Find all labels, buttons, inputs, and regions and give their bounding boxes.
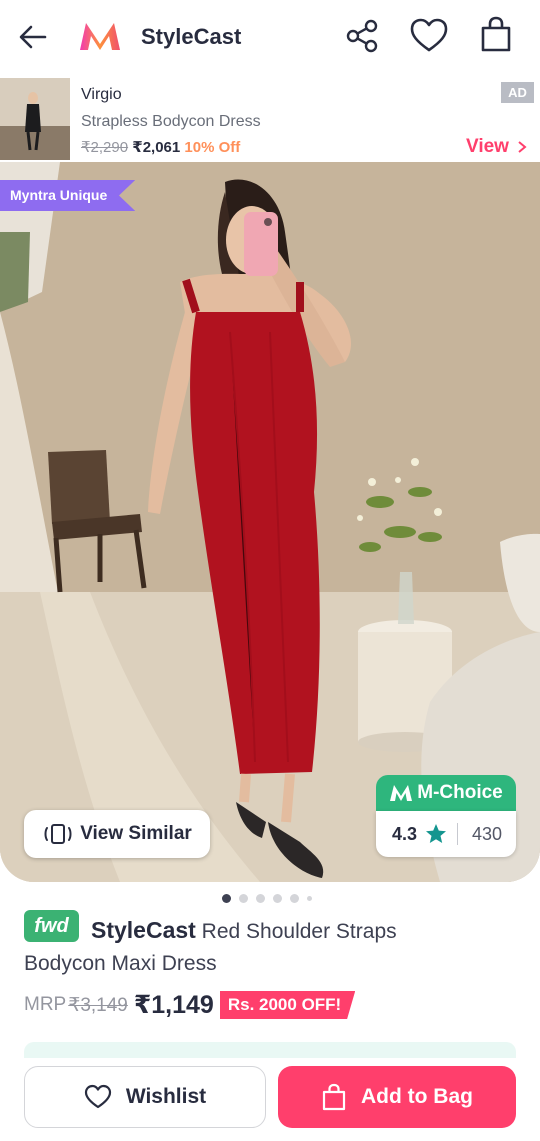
carousel-dot[interactable] (290, 894, 299, 903)
view-similar-button[interactable]: View Similar (24, 810, 210, 858)
add-to-bag-button[interactable]: Add to Bag (278, 1066, 516, 1128)
page-title: StyleCast (141, 24, 242, 49)
bag-icon[interactable] (478, 16, 514, 54)
mrp-label: MRP (24, 994, 67, 1015)
bag-icon (322, 1083, 346, 1111)
offer-strip (24, 1042, 516, 1058)
mchoice-label: M-Choice (417, 782, 503, 803)
product-image[interactable]: Myntra Unique View Similar M-Choice 4.3 … (0, 162, 540, 882)
rating-count: 430 (472, 823, 503, 844)
selling-price: ₹1,149 (133, 991, 214, 1019)
star-icon (426, 824, 447, 843)
chevron-right-icon (518, 141, 527, 153)
rating-summary: 4.3 430 (376, 811, 516, 857)
share-icon[interactable] (344, 18, 380, 54)
ad-product-name: Strapless Bodycon Dress (81, 113, 261, 130)
sponsored-ad[interactable]: Virgio Strapless Bodycon Dress ₹2,290 ₹2… (0, 76, 540, 162)
view-similar-icon (44, 824, 72, 844)
ad-price-row: ₹2,290 ₹2,061 10% Off (81, 138, 240, 156)
add-to-bag-label: Add to Bag (361, 1085, 473, 1108)
wishlist-label: Wishlist (125, 1085, 207, 1108)
heart-icon (84, 1084, 111, 1109)
mrp-value: ₹3,149 (68, 994, 128, 1016)
myntra-unique-badge: Myntra Unique (0, 180, 136, 211)
rating-divider (457, 823, 459, 845)
carousel-dot[interactable] (273, 894, 282, 903)
ad-brand: Virgio (81, 86, 122, 103)
mchoice-rating-card[interactable]: M-Choice 4.3 430 (376, 775, 516, 857)
ad-view-link[interactable]: View (466, 136, 528, 158)
product-name: Red Shoulder Straps Bodycon Maxi Dress (24, 920, 397, 975)
ad-mrp: ₹2,290 (81, 139, 129, 156)
app-header: StyleCast (0, 0, 540, 76)
carousel-dot[interactable] (256, 894, 265, 903)
product-photo (0, 162, 540, 882)
wishlist-button[interactable]: Wishlist (24, 1066, 266, 1128)
heart-icon[interactable] (410, 18, 448, 54)
carousel-dot[interactable] (222, 894, 231, 903)
carousel-dots (222, 894, 312, 903)
rating-value: 4.3 (392, 823, 418, 844)
ad-thumbnail (0, 78, 70, 160)
ad-view-label: View (466, 136, 509, 157)
view-similar-label: View Similar (80, 823, 192, 844)
ad-discount: 10% Off (184, 139, 241, 156)
ad-price: ₹2,061 (132, 139, 181, 156)
back-arrow-icon[interactable] (16, 20, 50, 54)
carousel-dot[interactable] (307, 896, 312, 901)
price-row: MRP ₹3,149 ₹1,149 Rs. 2000 OFF! (24, 990, 356, 1020)
myntra-logo[interactable] (78, 20, 122, 52)
myntra-m-icon (390, 785, 413, 801)
product-brand: StyleCast (91, 917, 196, 943)
ad-tag: AD (501, 82, 534, 103)
carousel-dot[interactable] (239, 894, 248, 903)
offer-tag: Rs. 2000 OFF! (219, 991, 356, 1019)
mchoice-header: M-Choice (376, 775, 516, 811)
product-title: StyleCast Red Shoulder Straps Bodycon Ma… (24, 914, 444, 980)
